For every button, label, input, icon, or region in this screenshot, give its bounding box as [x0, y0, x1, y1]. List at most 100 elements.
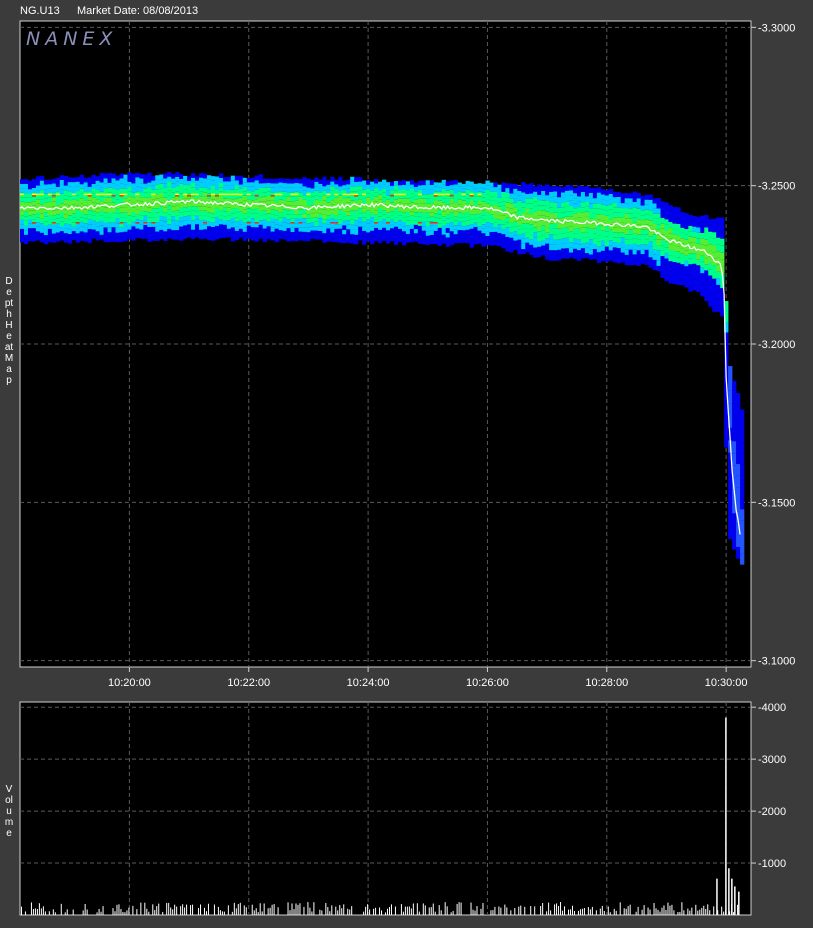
heat-cell — [226, 185, 232, 190]
heat-cell — [123, 217, 128, 223]
heat-cell — [409, 220, 415, 225]
heat-cell — [397, 215, 403, 221]
heat-cell — [545, 222, 550, 228]
heat-cell — [624, 229, 629, 235]
heat-cell — [342, 238, 347, 244]
heat-cell — [222, 233, 228, 238]
heat-cell — [67, 238, 73, 244]
heat-cell — [405, 220, 411, 226]
y-tick-label: -3.2500 — [758, 181, 795, 193]
heat-cell — [640, 258, 645, 264]
heat-cell — [568, 226, 574, 232]
heat-cell — [624, 234, 629, 240]
heat-cell — [612, 212, 618, 218]
heat-cell — [282, 209, 287, 214]
heat-cell — [389, 185, 395, 191]
heat-cell — [23, 225, 29, 231]
heat-cell — [425, 184, 431, 190]
volume-bar — [683, 910, 685, 915]
heat-cell — [401, 212, 407, 218]
heat-cell — [588, 244, 594, 250]
heat-cell — [290, 187, 295, 193]
heat-cell — [429, 234, 435, 240]
heat-cell — [354, 196, 359, 202]
volume-bar — [351, 906, 353, 915]
heat-cell — [493, 191, 498, 197]
heat-cell — [724, 416, 729, 427]
volume-bar — [428, 907, 430, 915]
heat-cell — [175, 176, 180, 182]
heat-cell — [199, 182, 204, 188]
heat-cell — [692, 285, 697, 291]
heat-cell — [405, 198, 411, 204]
heat-cell — [401, 180, 407, 185]
heat-accent — [417, 193, 423, 196]
heat-cell — [513, 221, 518, 227]
heat-accent — [123, 193, 128, 196]
heat-cell — [107, 177, 112, 183]
heat-cell — [230, 175, 236, 181]
heat-cell — [485, 199, 490, 204]
heat-cell — [668, 261, 673, 267]
heat-cell — [75, 176, 80, 182]
heat-cell — [266, 213, 271, 218]
heat-cell — [652, 259, 657, 265]
heat-cell — [119, 207, 124, 213]
heat-cell — [616, 242, 622, 249]
heat-cell — [620, 208, 625, 213]
heat-cell — [286, 187, 291, 193]
volume-bar — [474, 910, 476, 915]
heat-cell — [171, 178, 176, 184]
heat-cell — [306, 223, 311, 228]
heat-cell — [163, 216, 168, 222]
heat-cell — [294, 209, 299, 215]
heat-accent — [254, 195, 259, 197]
heat-cell — [27, 197, 33, 203]
heat-cell — [107, 212, 112, 218]
heat-cell — [310, 196, 315, 201]
heat-cell — [63, 228, 69, 234]
heat-cell — [644, 204, 649, 210]
heat-cell — [648, 194, 653, 200]
heat-accent — [230, 193, 236, 196]
volume-bar — [339, 905, 341, 915]
volume-bar — [458, 902, 460, 915]
heat-cell — [473, 222, 478, 228]
heat-cell — [183, 189, 188, 194]
heat-cell — [294, 187, 299, 192]
heat-cell — [588, 213, 594, 219]
heat-cell — [732, 525, 737, 538]
heat-cell — [720, 245, 725, 253]
heat-cell — [358, 181, 363, 187]
heat-cell — [393, 208, 399, 214]
heat-cell — [147, 222, 152, 228]
heat-cell — [199, 229, 204, 235]
heat-cell — [294, 232, 299, 237]
heat-cell — [274, 228, 279, 234]
heat-accent — [254, 222, 259, 224]
heat-cell — [334, 224, 339, 229]
heat-cell — [282, 217, 287, 223]
heat-accent — [234, 193, 240, 196]
heat-cell — [230, 236, 236, 242]
heat-cell — [517, 244, 522, 250]
heat-cell — [167, 181, 172, 187]
heat-cell — [67, 219, 73, 225]
heat-cell — [119, 188, 124, 194]
heat-cell — [529, 193, 534, 199]
volume-bar — [140, 902, 142, 915]
heat-cell — [397, 189, 403, 194]
heat-cell — [31, 237, 37, 242]
heat-cell — [636, 229, 641, 235]
heat-cell — [290, 209, 295, 215]
heat-cell — [258, 178, 263, 184]
heat-cell — [20, 183, 25, 189]
heat-cell — [525, 189, 530, 194]
heat-cell — [226, 207, 232, 212]
heat-cell — [549, 191, 554, 198]
heat-cell — [624, 213, 629, 219]
heat-cell — [604, 246, 610, 252]
heat-cell — [576, 239, 582, 245]
volume-bar — [476, 906, 478, 915]
heat-cell — [485, 235, 490, 241]
